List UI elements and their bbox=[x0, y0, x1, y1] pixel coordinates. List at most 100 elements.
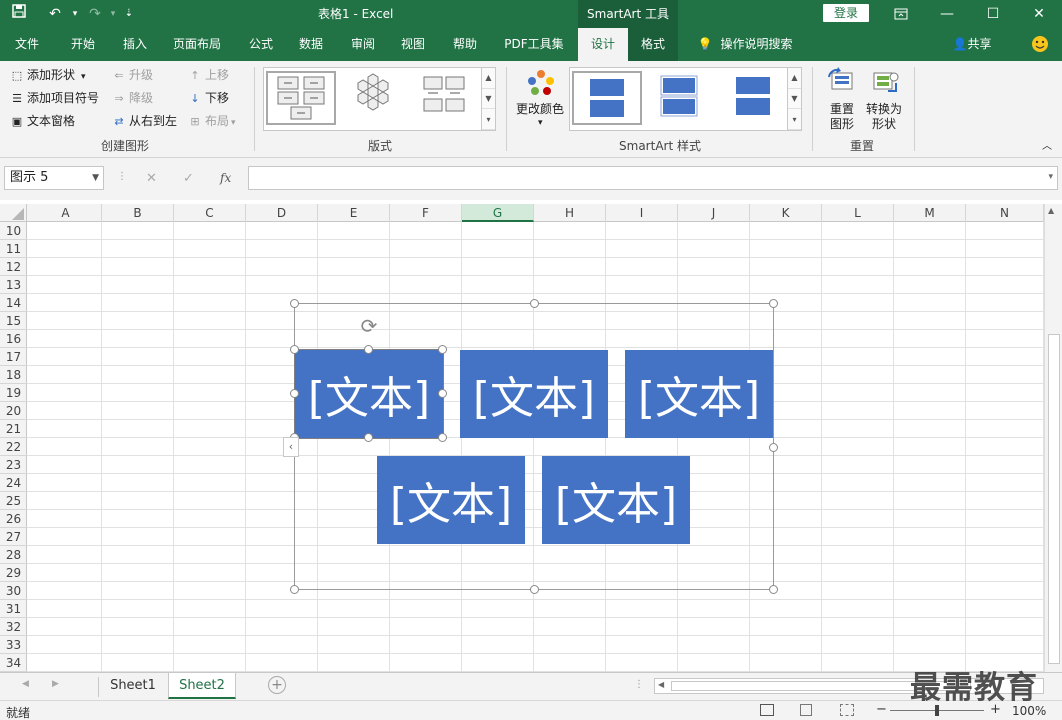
row-header-12[interactable]: 12 bbox=[0, 258, 27, 276]
move-up-button[interactable]: ↑ 上移 bbox=[188, 67, 229, 84]
shape-resize-handle[interactable] bbox=[364, 345, 373, 354]
row-header-29[interactable]: 29 bbox=[0, 564, 27, 582]
row-header-15[interactable]: 15 bbox=[0, 312, 27, 330]
tab-view[interactable]: 视图 bbox=[390, 28, 436, 61]
row-header-22[interactable]: 22 bbox=[0, 438, 27, 456]
gallery-more-icon[interactable]: ▾ bbox=[482, 109, 495, 130]
smartart-shape-2[interactable]: [文本] bbox=[460, 350, 608, 438]
smartart-graphic[interactable]: [文本] [文本] [文本] [文本] [文本] ⟳ ‹ bbox=[283, 299, 778, 594]
scroll-left-icon[interactable]: ◀ bbox=[658, 680, 664, 689]
sheet-tab-sheet1[interactable]: Sheet1 bbox=[100, 673, 166, 699]
reset-graphic-button[interactable]: 重置 图形 bbox=[822, 67, 862, 133]
row-header-16[interactable]: 16 bbox=[0, 330, 27, 348]
tab-format[interactable]: 格式 bbox=[628, 28, 678, 61]
row-header-11[interactable]: 11 bbox=[0, 240, 27, 258]
frame-resize-handle[interactable] bbox=[290, 585, 299, 594]
row-header-18[interactable]: 18 bbox=[0, 366, 27, 384]
row-header-33[interactable]: 33 bbox=[0, 636, 27, 654]
undo-icon[interactable]: ↶ bbox=[44, 3, 66, 25]
row-header-17[interactable]: 17 bbox=[0, 348, 27, 366]
maximize-icon[interactable]: ☐ bbox=[970, 0, 1016, 28]
frame-resize-handle[interactable] bbox=[769, 442, 778, 452]
column-header-h[interactable]: H bbox=[534, 204, 606, 222]
expand-formula-icon[interactable]: ▾ bbox=[1048, 172, 1053, 182]
column-header-n[interactable]: N bbox=[966, 204, 1044, 222]
column-header-k[interactable]: K bbox=[750, 204, 822, 222]
zoom-out-button[interactable]: − bbox=[876, 702, 887, 717]
column-header-j[interactable]: J bbox=[678, 204, 750, 222]
tab-design[interactable]: 设计 bbox=[578, 28, 628, 61]
row-header-19[interactable]: 19 bbox=[0, 384, 27, 402]
frame-resize-handle[interactable] bbox=[290, 299, 299, 308]
row-header-30[interactable]: 30 bbox=[0, 582, 27, 600]
tab-help[interactable]: 帮助 bbox=[442, 28, 488, 61]
rotate-handle-icon[interactable]: ⟳ bbox=[357, 314, 381, 338]
style-white-outline[interactable] bbox=[646, 71, 716, 125]
scroll-up-icon[interactable]: ▲ bbox=[482, 68, 495, 89]
promote-button[interactable]: ⇐ 升级 bbox=[112, 67, 153, 84]
frame-resize-handle[interactable] bbox=[530, 299, 539, 308]
minimize-icon[interactable]: — bbox=[924, 0, 970, 28]
tab-review[interactable]: 审阅 bbox=[340, 28, 386, 61]
shape-resize-handle[interactable] bbox=[438, 389, 447, 398]
tab-data[interactable]: 数据 bbox=[288, 28, 334, 61]
frame-resize-handle[interactable] bbox=[769, 585, 778, 594]
row-header-14[interactable]: 14 bbox=[0, 294, 27, 312]
smartart-shape-3[interactable]: [文本] bbox=[625, 350, 773, 438]
layout-alternating-list[interactable] bbox=[414, 71, 484, 125]
vertical-scrollbar[interactable]: ▲ bbox=[1044, 204, 1062, 672]
row-header-20[interactable]: 20 bbox=[0, 402, 27, 420]
sheet-tab-sheet2[interactable]: Sheet2 bbox=[168, 673, 236, 699]
select-all-corner[interactable] bbox=[0, 204, 27, 222]
row-header-24[interactable]: 24 bbox=[0, 474, 27, 492]
scroll-sheets-left-icon[interactable]: ◀ bbox=[22, 679, 29, 689]
smiley-feedback-icon[interactable] bbox=[1026, 28, 1054, 61]
move-down-button[interactable]: ↓ 下移 bbox=[188, 90, 229, 107]
tab-formulas[interactable]: 公式 bbox=[238, 28, 284, 61]
row-header-25[interactable]: 25 bbox=[0, 492, 27, 510]
scroll-down-icon[interactable]: ▼ bbox=[482, 89, 495, 110]
tab-home[interactable]: 开始 bbox=[60, 28, 106, 61]
formula-input[interactable]: ▾ bbox=[248, 166, 1058, 190]
tab-file[interactable]: 文件 bbox=[4, 28, 50, 61]
column-header-a[interactable]: A bbox=[30, 204, 102, 222]
insert-function-icon[interactable]: fx bbox=[220, 171, 231, 185]
column-header-g[interactable]: G bbox=[462, 204, 534, 222]
column-header-d[interactable]: D bbox=[246, 204, 318, 222]
row-header-26[interactable]: 26 bbox=[0, 510, 27, 528]
convert-to-shapes-button[interactable]: 转换为 形状 bbox=[864, 67, 906, 133]
tab-pdf-tools[interactable]: PDF工具集 bbox=[496, 28, 572, 61]
row-header-34[interactable]: 34 bbox=[0, 654, 27, 672]
demote-button[interactable]: ⇒ 降级 bbox=[112, 90, 153, 107]
row-header-32[interactable]: 32 bbox=[0, 618, 27, 636]
frame-resize-handle[interactable] bbox=[530, 585, 539, 594]
layout-basic-block-list[interactable] bbox=[266, 71, 336, 125]
style-simple-fill[interactable] bbox=[572, 71, 642, 125]
gallery-more-icon[interactable]: ▾ bbox=[788, 109, 801, 130]
shape-resize-handle[interactable] bbox=[438, 345, 447, 354]
vertical-scroll-thumb[interactable] bbox=[1048, 334, 1060, 664]
styles-gallery-scroll[interactable]: ▲ ▼ ▾ bbox=[787, 68, 801, 130]
shape-resize-handle[interactable] bbox=[290, 389, 299, 398]
style-subtle-effect[interactable] bbox=[720, 71, 790, 125]
scroll-down-icon[interactable]: ▼ bbox=[788, 89, 801, 110]
normal-view-icon[interactable] bbox=[760, 704, 774, 716]
tab-split-grip-icon[interactable]: ⋮ bbox=[634, 679, 644, 690]
collapse-ribbon-icon[interactable]: ︿ bbox=[1042, 139, 1052, 155]
layout-hexagon-cluster[interactable] bbox=[340, 71, 410, 125]
row-header-27[interactable]: 27 bbox=[0, 528, 27, 546]
row-header-28[interactable]: 28 bbox=[0, 546, 27, 564]
column-header-e[interactable]: E bbox=[318, 204, 390, 222]
column-header-f[interactable]: F bbox=[390, 204, 462, 222]
row-header-13[interactable]: 13 bbox=[0, 276, 27, 294]
login-button[interactable]: 登录 bbox=[823, 4, 869, 22]
text-pane-button[interactable]: ▣ 文本窗格 bbox=[10, 113, 75, 130]
add-bullet-button[interactable]: ☰ 添加项目符号 bbox=[10, 90, 99, 107]
column-header-i[interactable]: I bbox=[606, 204, 678, 222]
shape-resize-handle[interactable] bbox=[364, 433, 373, 442]
customize-qat-icon[interactable]: ⇣ bbox=[118, 3, 140, 25]
undo-dropdown-icon[interactable]: ▾ bbox=[64, 3, 86, 25]
shape-resize-handle[interactable] bbox=[290, 345, 299, 354]
smartart-shape-5[interactable]: [文本] bbox=[542, 456, 690, 544]
tab-insert[interactable]: 插入 bbox=[112, 28, 158, 61]
